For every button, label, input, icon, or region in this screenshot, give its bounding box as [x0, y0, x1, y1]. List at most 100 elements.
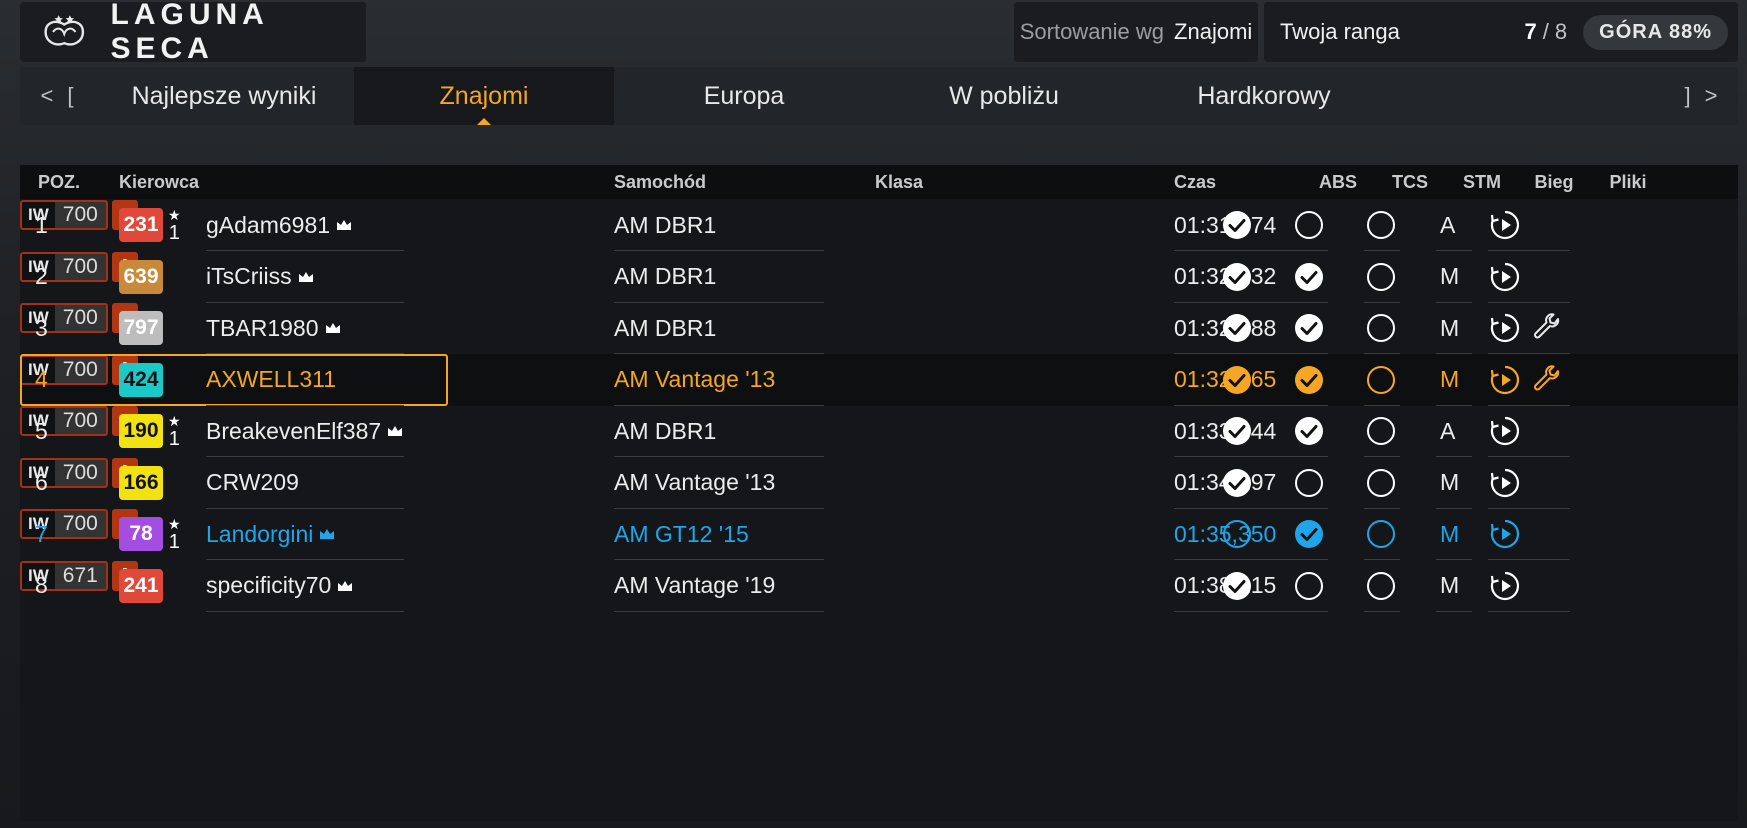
tab-nearby[interactable]: W pobliżu: [874, 67, 1134, 125]
abs-checked-icon: [1223, 417, 1251, 445]
star-rank-indicator: ★ 1: [168, 412, 181, 450]
col-class: Klasa: [875, 172, 924, 192]
class-rating: IW 700: [20, 303, 108, 333]
car-name: AM DBR1: [614, 314, 717, 341]
crown-icon: [298, 271, 313, 282]
abs-assist: [1222, 302, 1252, 354]
driver-level-badge: 78: [119, 517, 163, 551]
gearbox-mode: A: [1440, 417, 1456, 444]
rank-total: 8: [1554, 19, 1568, 44]
replay-icon[interactable]: [1490, 210, 1520, 240]
stm-assist: [1366, 560, 1396, 612]
class-rating: IW 700: [20, 251, 108, 282]
rank-percentile-badge: GÓRA 88%: [1583, 14, 1728, 50]
stm-assist: [1366, 199, 1396, 251]
col-pos: POZ.: [38, 172, 81, 192]
table-row[interactable]: 1 231 ★1 gAdam6981 AM DBR1 IW 700 A 01:3…: [20, 199, 1738, 251]
col-files: Pliki: [1609, 172, 1647, 192]
replay-icon[interactable]: [1490, 365, 1520, 395]
stm-unchecked-icon: [1367, 365, 1395, 394]
tab-top-results[interactable]: Najlepsze wyniki: [94, 67, 354, 125]
sort-selector[interactable]: Sortowanie wg Znajomi: [1014, 2, 1258, 62]
tab-friends[interactable]: Znajomi: [354, 67, 614, 125]
tcs-assist: [1294, 457, 1324, 509]
tcs-unchecked-icon: [1295, 211, 1323, 239]
row-divider: [1364, 610, 1400, 612]
driver-name-cell: gAdam6981: [206, 199, 352, 251]
files-cell: [1490, 302, 1562, 354]
tcs-checked-icon: [1295, 262, 1323, 291]
col-time: Czas: [1174, 172, 1217, 192]
tabs-next-button[interactable]: ] >: [1664, 83, 1738, 109]
star-rank-indicator: ★ 1: [168, 206, 181, 244]
class-value: 700: [54, 511, 106, 537]
driver-level-badge: 797: [119, 311, 163, 345]
star-count: 1: [168, 222, 180, 244]
replay-icon[interactable]: [1490, 313, 1520, 343]
rank-position: 7: [1524, 19, 1537, 44]
sort-value: Znajomi: [1174, 19, 1253, 44]
col-stm: STM: [1463, 172, 1501, 192]
class-rating: IW 700: [20, 200, 108, 230]
star-icon: ★: [168, 207, 181, 223]
abs-assist: [1222, 251, 1252, 303]
stm-assist: [1366, 302, 1396, 354]
driver-name-cell: CRW209: [206, 457, 299, 509]
files-cell: [1490, 199, 1520, 251]
table-row[interactable]: 4 424 AXWELL311 AM Vantage '13 IW 700 A …: [20, 353, 1738, 406]
replay-icon[interactable]: [1490, 262, 1520, 292]
bumper-left-icon: [: [67, 83, 74, 108]
stm-unchecked-icon: [1367, 520, 1395, 548]
driver-level-badge: 166: [119, 465, 163, 500]
table-row[interactable]: 2 639 iTsCriiss AM DBR1 IW 700 A 01:32,2…: [20, 251, 1738, 303]
tab-europe[interactable]: Europa: [614, 67, 874, 125]
bumper-right-icon: ]: [1684, 83, 1691, 108]
files-cell: [1490, 560, 1520, 612]
table-row[interactable]: 7 78 ★1 Landorgini AM GT12 '15 IW 700 A …: [20, 508, 1738, 560]
row-position: 8: [35, 572, 48, 598]
wrench-icon[interactable]: [1532, 313, 1562, 343]
abs-assist: [1222, 405, 1252, 457]
tcs-assist: [1294, 508, 1324, 560]
class-rating: IW 700: [20, 406, 108, 436]
table-header: POZ. Kierowca Samochód Klasa Czas ABS TC…: [20, 165, 1738, 199]
stm-assist: [1366, 457, 1396, 509]
driver-name: gAdam6981: [206, 211, 331, 238]
driver-name-cell: AXWELL311: [206, 354, 336, 406]
abs-checked-icon: [1223, 365, 1251, 394]
table-row[interactable]: 8 241 specificity70 AM Vantage '19 IW 67…: [20, 560, 1738, 612]
wrench-icon[interactable]: [1532, 364, 1562, 395]
tcs-checked-icon: [1295, 314, 1323, 342]
crown-icon: [325, 323, 340, 333]
class-value: 700: [54, 408, 106, 434]
abs-checked-icon: [1223, 468, 1251, 497]
abs-checked-icon: [1223, 211, 1251, 239]
class-rating: IW 700: [20, 457, 108, 488]
files-cell: [1490, 457, 1520, 509]
abs-assist: [1222, 508, 1252, 560]
car-name: AM Vantage '19: [614, 572, 776, 598]
replay-icon[interactable]: [1490, 416, 1520, 446]
crown-icon: [337, 220, 352, 230]
driver-level-badge: 241: [119, 568, 163, 603]
tabs-prev-button[interactable]: < [: [20, 83, 94, 109]
tcs-assist: [1294, 302, 1324, 354]
stm-unchecked-icon: [1367, 314, 1395, 342]
replay-icon[interactable]: [1490, 571, 1520, 601]
files-cell: [1490, 508, 1520, 560]
tab-hardcore[interactable]: Hardkorowy: [1134, 67, 1394, 125]
replay-icon[interactable]: [1490, 519, 1520, 549]
files-cell: [1490, 354, 1562, 406]
table-row[interactable]: 3 797 TBAR1980 AM DBR1 IW 700 A 01:32,88…: [20, 302, 1738, 354]
gearbox-mode: M: [1440, 263, 1460, 289]
row-divider: [614, 610, 824, 612]
stm-unchecked-icon: [1367, 417, 1395, 445]
table-row[interactable]: 5 190 ★ 1 BreakevenElf387 AM DBR1 IW 700 …: [20, 405, 1738, 457]
class-rating: IW 671: [20, 560, 108, 591]
driver-name-cell: BreakevenElf387: [206, 405, 403, 457]
abs-unchecked-icon: [1223, 520, 1251, 548]
car-name: AM DBR1: [614, 211, 717, 238]
replay-icon[interactable]: [1490, 468, 1520, 498]
table-row[interactable]: 6 166 CRW209 AM Vantage '13 IW 700 A 01:…: [20, 457, 1738, 509]
driver-name-cell: TBAR1980: [206, 302, 341, 354]
